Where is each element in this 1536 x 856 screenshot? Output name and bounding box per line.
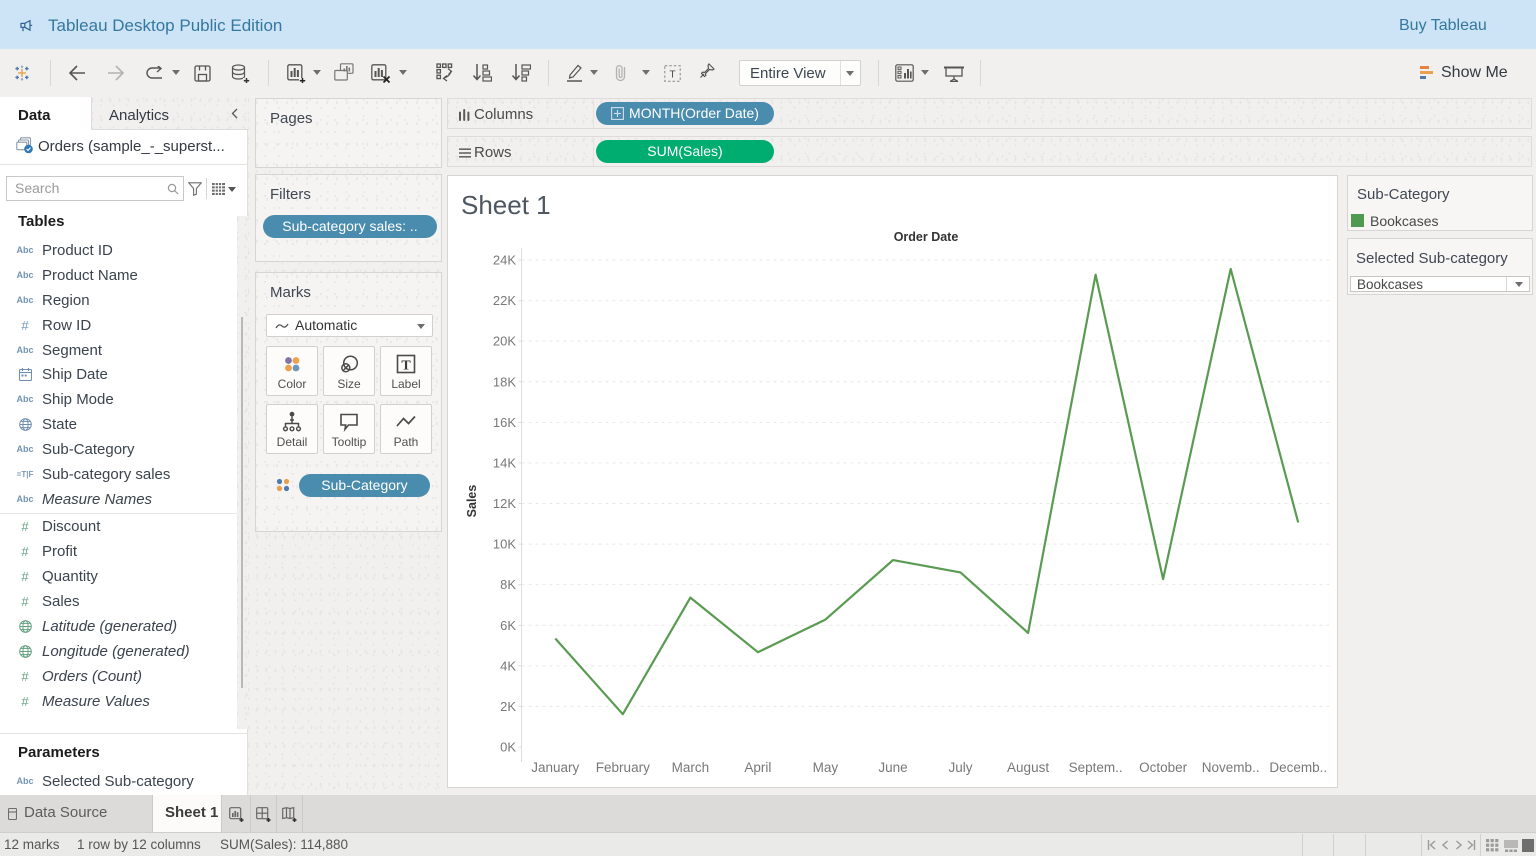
svg-text:January: January <box>531 760 579 775</box>
svg-text:Order Date: Order Date <box>894 230 959 244</box>
svg-text:8K: 8K <box>500 577 516 592</box>
svg-text:August: August <box>1007 760 1049 775</box>
svg-text:0K: 0K <box>500 740 516 755</box>
svg-text:June: June <box>878 760 907 775</box>
svg-text:16K: 16K <box>493 415 516 430</box>
svg-text:T: T <box>401 359 411 374</box>
svg-text:24K: 24K <box>493 253 516 268</box>
svg-text:October: October <box>1139 760 1188 775</box>
svg-text:Sales: Sales <box>465 485 479 518</box>
svg-text:May: May <box>813 760 839 775</box>
svg-text:Novemb..: Novemb.. <box>1202 760 1260 775</box>
svg-text:22K: 22K <box>493 293 516 308</box>
svg-text:April: April <box>744 760 771 775</box>
svg-text:12K: 12K <box>493 496 516 511</box>
svg-text:Decemb..: Decemb.. <box>1269 760 1327 775</box>
svg-text:20K: 20K <box>493 334 516 349</box>
svg-text:10K: 10K <box>493 537 516 552</box>
svg-text:4K: 4K <box>500 658 516 673</box>
svg-text:6K: 6K <box>500 618 516 633</box>
svg-text:February: February <box>596 760 650 775</box>
svg-text:2K: 2K <box>500 699 516 714</box>
svg-text:Septem..: Septem.. <box>1069 760 1123 775</box>
svg-text:14K: 14K <box>493 455 516 470</box>
svg-text:March: March <box>672 760 710 775</box>
svg-text:18K: 18K <box>493 374 516 389</box>
svg-text:T: T <box>669 70 675 81</box>
svg-text:July: July <box>949 760 973 775</box>
